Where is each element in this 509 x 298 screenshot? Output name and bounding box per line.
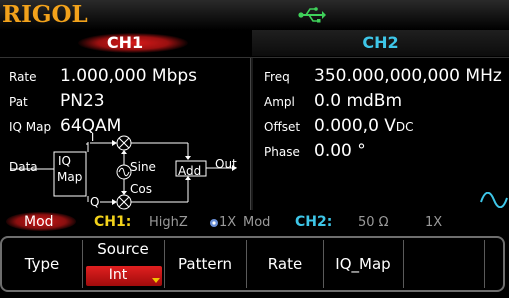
diagram-data-label: Data [9,160,38,174]
diagram-add-label: Add [178,164,202,178]
diagram-iq-label: IQ [58,154,71,168]
header-divider [0,57,509,58]
ch2-offset-value[interactable]: 0.000,0 VDC [314,116,414,136]
ch2-ampl-value[interactable]: 0.0 mdBm [314,91,402,111]
status-ch2-label: CH2: [295,214,333,230]
ch1-pattern-label: Pat [9,95,28,109]
diagram-i-label: I [91,131,95,144]
diagram-q-label: Q [90,195,100,209]
softkey-divider [484,240,485,288]
channel-divider [250,58,253,210]
status-ch1-mod: Mod [243,215,271,230]
ch2-freq-label: Freq [264,70,290,84]
diagram-map-label: Map [57,170,83,184]
ch1-output-dot-icon [210,219,218,227]
status-mode: Mod [24,214,54,230]
softkey-source-value: Int [108,267,128,283]
ch2-phase-value[interactable]: 0.00 ° [314,141,366,161]
status-ch2-atten: 1X [425,215,443,230]
ch2-phase-label: Phase [264,145,300,159]
status-ch2-impedance: 50 Ω [358,215,389,230]
status-ch1-impedance: HighZ [149,215,188,230]
diagram-sine-label: Sine [130,160,156,174]
ch2-offset-number: 0.000,0 V [314,116,396,136]
status-ch1-atten: 1X [219,215,237,230]
status-ch1-label: CH1: [94,214,132,230]
tab-ch1-label[interactable]: CH1 [0,33,250,52]
softkey-empty[interactable] [404,238,484,290]
tab-ch2-label[interactable]: CH2 [252,33,509,52]
softkey-source-label: Source [97,240,149,258]
ch2-ampl-label: Ampl [264,95,295,109]
ch2-freq-value[interactable]: 350.000,000,000 MHz [314,66,502,86]
ch2-offset-unit-sub: DC [395,120,414,134]
ch1-pattern-value[interactable]: PN23 [60,91,105,111]
ch1-rate-label: Rate [9,70,37,84]
ch1-rate-value[interactable]: 1.000,000 Mbps [60,66,197,86]
softkey-type[interactable]: Type [2,238,82,290]
softkey-rate[interactable]: Rate [247,238,323,290]
dropdown-arrow-icon [152,278,160,283]
usb-icon [298,7,326,23]
diagram-cos-label: Cos [130,182,152,196]
sine-wave-icon [480,192,508,208]
diagram-out-label: Out [215,157,237,171]
ch2-offset-label: Offset [264,120,301,134]
softkey-iq-map[interactable]: IQ_Map [324,238,402,290]
softkey-pattern[interactable]: Pattern [165,238,245,290]
brand-logo: RIGOL [2,1,88,28]
